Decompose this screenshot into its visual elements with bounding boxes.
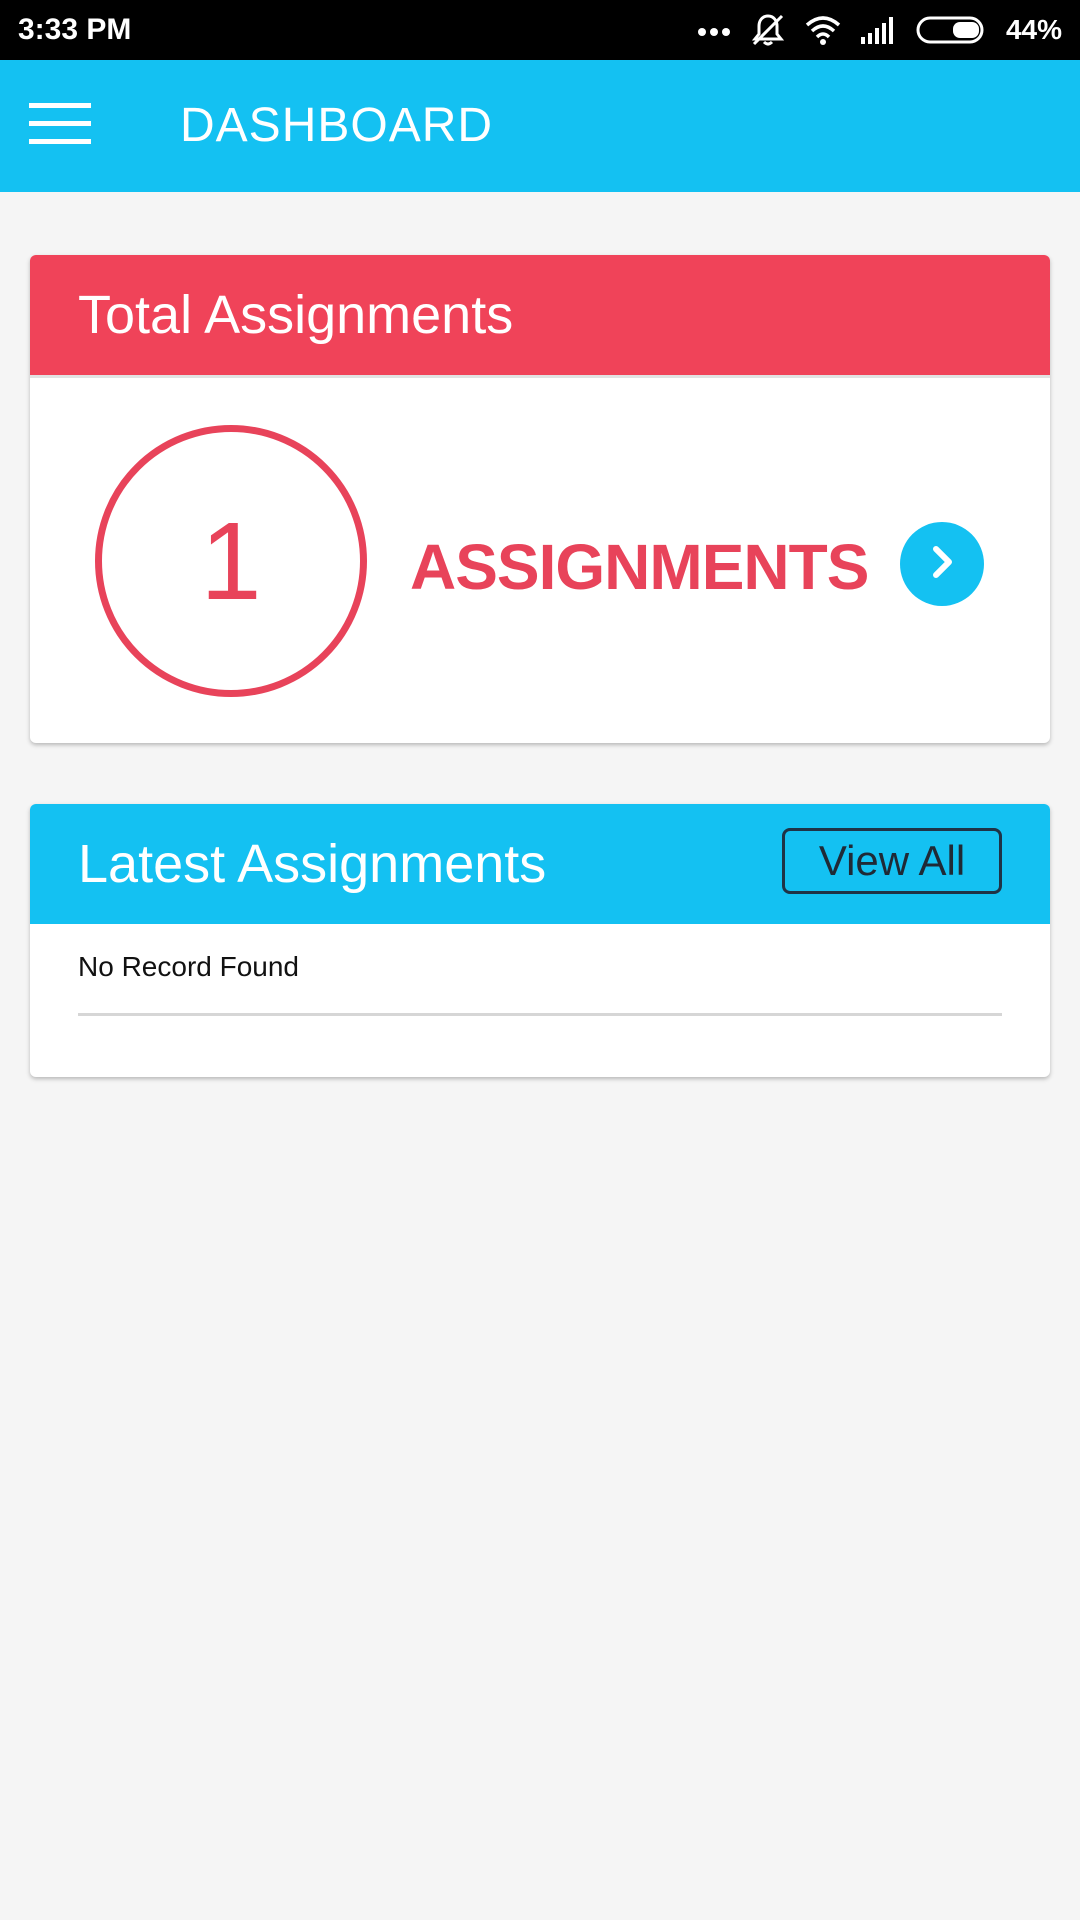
status-bar: 3:33 PM 44%: [0, 0, 1080, 60]
latest-assignments-card: Latest Assignments View All No Record Fo…: [30, 804, 1050, 1077]
mute-icon: [750, 12, 786, 48]
battery-percent: 44%: [1005, 14, 1062, 45]
chevron-right-icon: [927, 544, 957, 585]
latest-assignments-header: Latest Assignments View All: [30, 804, 1050, 924]
divider: [78, 1013, 1002, 1016]
open-assignments-button[interactable]: [900, 522, 984, 606]
status-icons: 44%: [696, 0, 1062, 60]
assignments-label: ASSIGNMENTS: [410, 531, 869, 603]
view-all-button[interactable]: View All: [782, 828, 1002, 894]
page-title: DASHBOARD: [180, 99, 494, 152]
wifi-icon: [804, 14, 842, 46]
status-time: 3:33 PM: [18, 13, 132, 46]
latest-assignments-title: Latest Assignments: [78, 834, 547, 894]
assignment-count-ring: 1: [95, 425, 367, 697]
total-assignments-header: Total Assignments: [30, 255, 1050, 378]
hamburger-icon: [29, 101, 91, 152]
battery-icon: [916, 15, 988, 45]
menu-button[interactable]: [18, 86, 102, 166]
empty-state-text: No Record Found: [78, 951, 300, 982]
app-bar: DASHBOARD: [0, 60, 1080, 192]
assignment-count: 1: [200, 499, 262, 623]
more-dots-icon: [696, 24, 732, 36]
total-assignments-title: Total Assignments: [78, 285, 514, 345]
signal-icon: [860, 15, 898, 45]
total-assignments-card: Total Assignments 1 ASSIGNMENTS: [30, 255, 1050, 743]
